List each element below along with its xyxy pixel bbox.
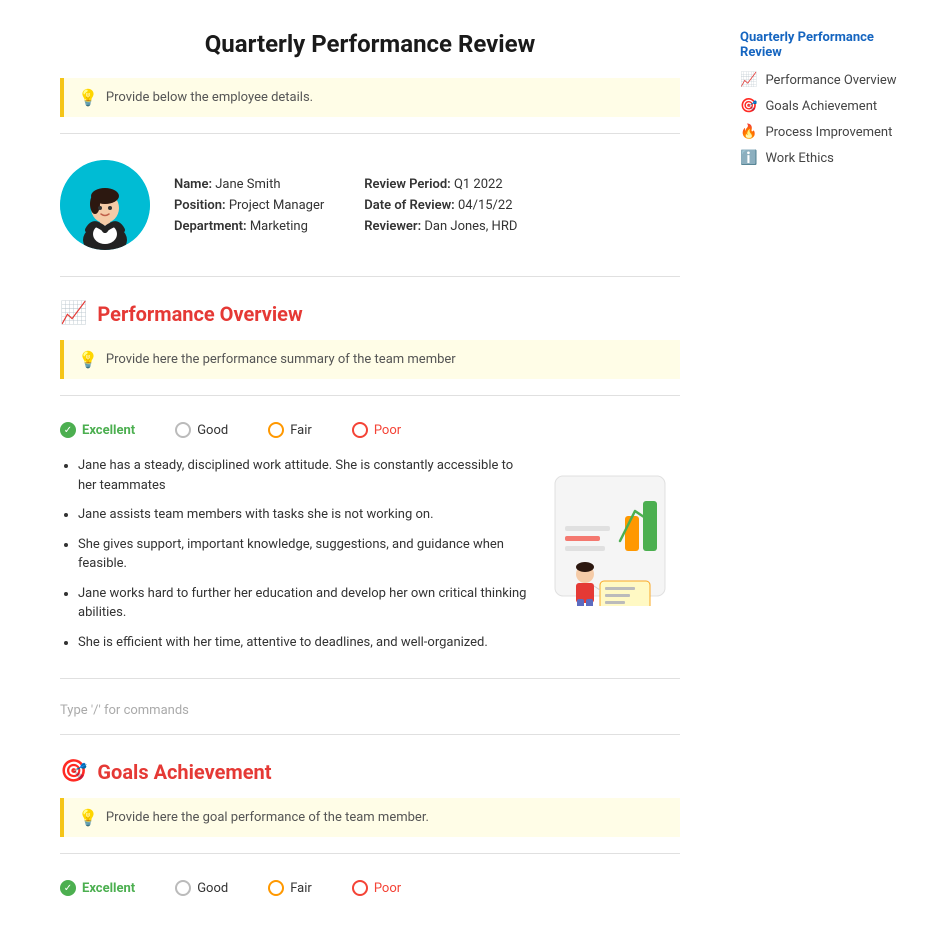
goals-good-label: Good <box>197 881 228 896</box>
sidebar-performance-label: Performance Overview <box>765 73 896 88</box>
hint-icon: 💡 <box>78 88 98 107</box>
type-hint: Type '/' for commands <box>60 695 680 718</box>
goals-hint-text: Provide here the goal performance of the… <box>106 810 429 825</box>
sidebar-process-label: Process Improvement <box>765 125 892 140</box>
divider-5 <box>60 734 680 735</box>
sidebar-ethics-label: Work Ethics <box>765 151 833 166</box>
goals-rating-poor[interactable]: Poor <box>352 880 401 896</box>
sidebar-item-performance[interactable]: 📈 Performance Overview <box>740 72 900 88</box>
bullet-5: She is efficient with her time, attentiv… <box>78 633 530 653</box>
rating-good[interactable]: Good <box>175 422 228 438</box>
goals-section-header: 🎯 Goals Achievement <box>60 759 680 784</box>
goals-fair-label: Fair <box>290 881 312 896</box>
goals-hint-box: 💡 Provide here the goal performance of t… <box>60 798 680 837</box>
performance-hint-text: Provide here the performance summary of … <box>106 352 456 367</box>
good-radio-icon <box>175 422 191 438</box>
employee-hint-text: Provide below the employee details. <box>106 90 313 105</box>
goals-fair-icon <box>268 880 284 896</box>
goals-rating-row: ✓ Excellent Good Fair Poor <box>60 870 680 906</box>
sidebar-performance-icon: 📈 <box>740 72 757 88</box>
performance-body: Jane has a steady, disciplined work atti… <box>60 456 680 662</box>
perf-hint-icon: 💡 <box>78 350 98 369</box>
poor-label: Poor <box>374 423 401 438</box>
employee-col-left: Name: Jane Smith Position: Project Manag… <box>174 177 324 234</box>
goals-rating-placeholder[interactable]: ✓ Excellent <box>60 880 135 896</box>
sidebar-ethics-icon: ℹ️ <box>740 150 757 166</box>
sidebar-item-process[interactable]: 🔥 Process Improvement <box>740 124 900 140</box>
sidebar-nav: 📈 Performance Overview 🎯 Goals Achieveme… <box>740 72 900 166</box>
performance-section-header: 📈 Performance Overview <box>60 301 680 326</box>
divider-3 <box>60 395 680 396</box>
employee-department: Department: Marketing <box>174 219 324 234</box>
sidebar-item-goals[interactable]: 🎯 Goals Achievement <box>740 98 900 114</box>
sidebar-title: Quarterly Performance Review <box>740 30 900 60</box>
goals-excellent-label: Excellent <box>82 881 135 896</box>
performance-illustration <box>550 466 680 610</box>
goals-rating-fair[interactable]: Fair <box>268 880 312 896</box>
fair-radio-icon <box>268 422 284 438</box>
divider-6 <box>60 853 680 854</box>
rating-fair[interactable]: Fair <box>268 422 312 438</box>
rating-row: ✓ Excellent Good Fair Poor <box>60 412 680 448</box>
divider-1 <box>60 133 680 134</box>
bullet-1: Jane has a steady, disciplined work atti… <box>78 456 530 495</box>
performance-icon: 📈 <box>60 301 87 326</box>
review-period: Review Period: Q1 2022 <box>364 177 517 192</box>
employee-position: Position: Project Manager <box>174 198 324 213</box>
performance-hint-box: 💡 Provide here the performance summary o… <box>60 340 680 379</box>
goals-good-icon <box>175 880 191 896</box>
goals-rating-good[interactable]: Good <box>175 880 228 896</box>
employee-name: Name: Jane Smith <box>174 177 324 192</box>
rating-excellent[interactable]: ✓ Excellent <box>60 422 135 438</box>
employee-info: Name: Jane Smith Position: Project Manag… <box>174 177 680 234</box>
good-label: Good <box>197 423 228 438</box>
performance-bullets: Jane has a steady, disciplined work atti… <box>60 456 530 662</box>
bullet-2: Jane assists team members with tasks she… <box>78 505 530 525</box>
sidebar-item-ethics[interactable]: ℹ️ Work Ethics <box>740 150 900 166</box>
divider-2 <box>60 276 680 277</box>
employee-hint-box: 💡 Provide below the employee details. <box>60 78 680 117</box>
bullet-4: Jane works hard to further her education… <box>78 584 530 623</box>
sidebar-goals-icon: 🎯 <box>740 98 757 114</box>
goals-poor-label: Poor <box>374 881 401 896</box>
date-of-review: Date of Review: 04/15/22 <box>364 198 517 213</box>
reviewer: Reviewer: Dan Jones, HRD <box>364 219 517 234</box>
employee-col-right: Review Period: Q1 2022 Date of Review: 0… <box>364 177 517 234</box>
avatar <box>60 160 150 250</box>
goals-poor-icon <box>352 880 368 896</box>
page-title: Quarterly Performance Review <box>60 30 680 58</box>
sidebar-process-icon: 🔥 <box>740 124 757 140</box>
fair-label: Fair <box>290 423 312 438</box>
goals-title: Goals Achievement <box>97 760 271 784</box>
sidebar: Quarterly Performance Review 📈 Performan… <box>720 20 920 924</box>
excellent-check-icon: ✓ <box>60 422 76 438</box>
divider-4 <box>60 678 680 679</box>
rating-poor[interactable]: Poor <box>352 422 401 438</box>
excellent-label: Excellent <box>82 423 135 438</box>
goals-check-icon: ✓ <box>60 880 76 896</box>
performance-title: Performance Overview <box>97 302 302 326</box>
poor-radio-icon <box>352 422 368 438</box>
bullet-3: She gives support, important knowledge, … <box>78 535 530 574</box>
sidebar-goals-label: Goals Achievement <box>765 99 877 114</box>
employee-section: Name: Jane Smith Position: Project Manag… <box>60 150 680 260</box>
goals-icon: 🎯 <box>60 759 87 784</box>
